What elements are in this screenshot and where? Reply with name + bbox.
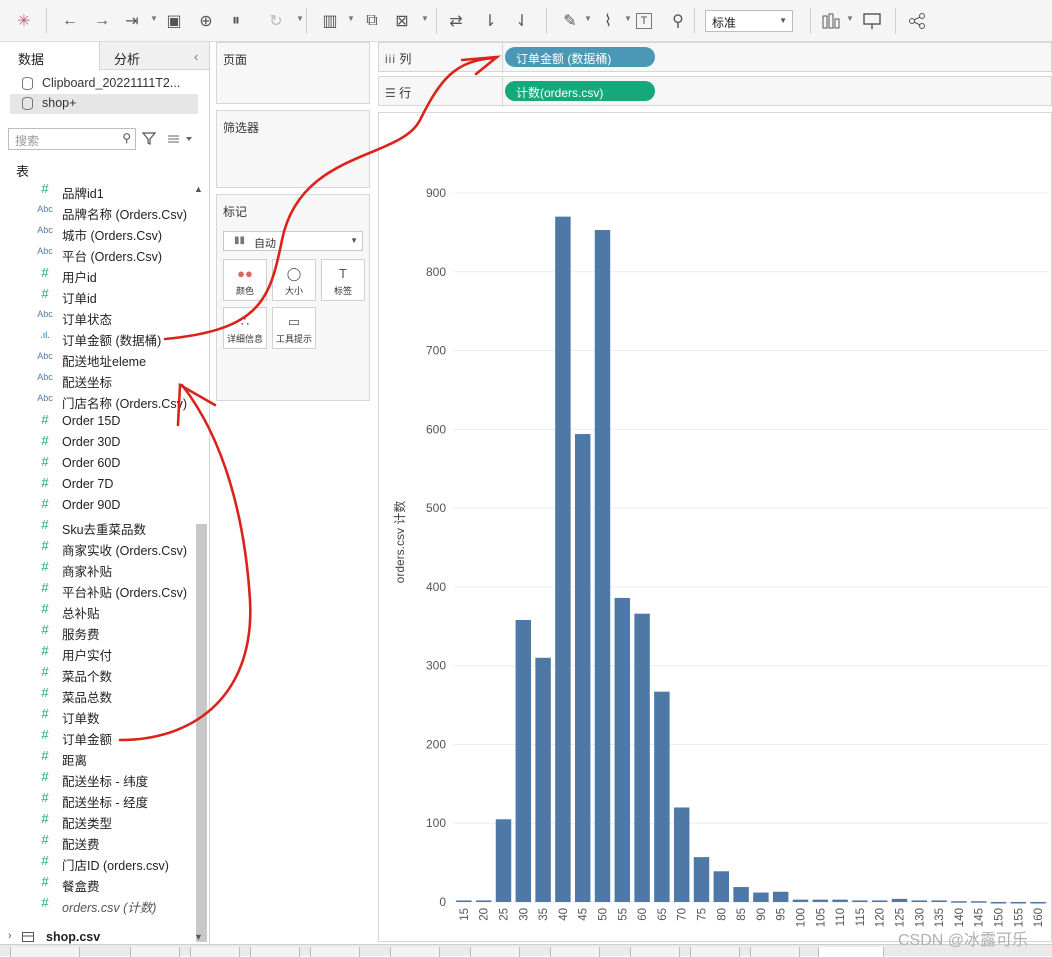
watermark: CSDN @冰露可乐 — [898, 932, 1029, 949]
annotation-arrow — [460, 55, 502, 76]
sheet-tabs-bar — [0, 944, 1052, 957]
annotation-arrow — [118, 383, 252, 742]
annotation-overlay — [118, 55, 502, 742]
annotation-arrow — [163, 56, 497, 341]
